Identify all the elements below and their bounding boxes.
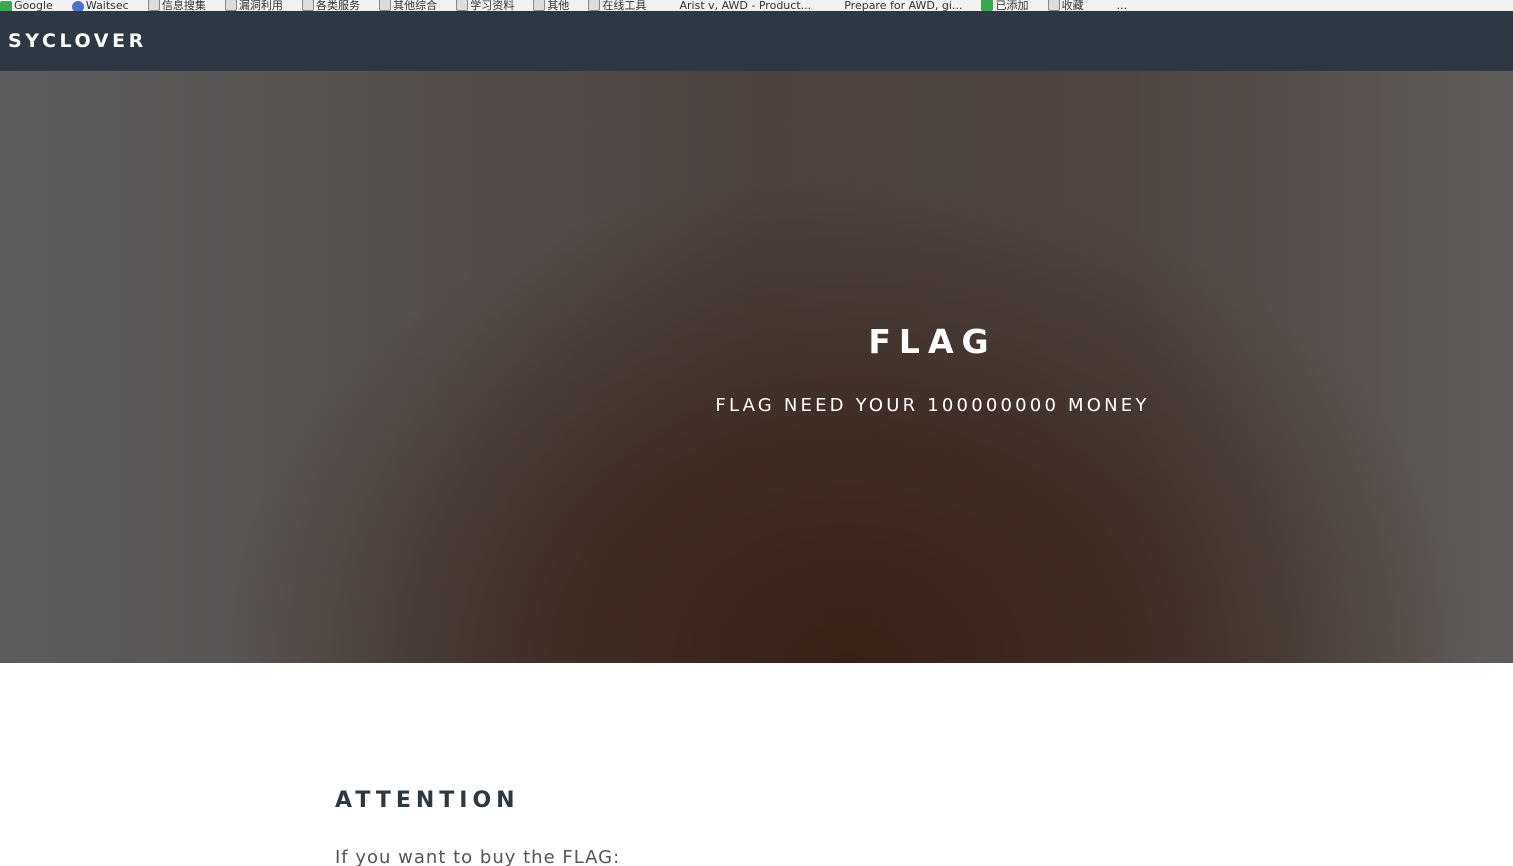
bookmark-item[interactable]: ... <box>1103 0 1128 11</box>
bookmark-item[interactable]: Waitsec <box>71 0 129 11</box>
bookmark-item[interactable]: Google <box>0 0 53 11</box>
bookmark-folder[interactable]: 信息搜集 <box>147 0 206 11</box>
bookmark-folder[interactable]: 其他综合 <box>379 0 437 11</box>
attention-section: ATTENTION If you want to buy the FLAG: <box>335 788 1235 866</box>
bookmark-folder[interactable]: 各类服务 <box>302 0 360 11</box>
bookmark-item[interactable]: Arist v, AWD - Product... <box>665 0 811 11</box>
hero-title: FLAG <box>868 322 997 361</box>
bookmark-folder[interactable]: 收藏 <box>1047 0 1084 11</box>
bookmarks-bar: Google Waitsec 信息搜集 漏洞利用 各类服务 其他综合 学习资料 … <box>0 0 1513 11</box>
section-title: ATTENTION <box>335 788 520 813</box>
navbar: SYCLOVER <box>0 11 1513 71</box>
bookmark-item[interactable]: 已添加 <box>981 0 1028 11</box>
bookmark-folder[interactable]: 在线工具 <box>588 0 646 11</box>
bookmark-item[interactable]: Prepare for AWD, gi... <box>830 0 962 11</box>
bookmark-folder[interactable]: 其他 <box>533 0 569 11</box>
bookmark-folder[interactable]: 学习资料 <box>456 0 514 11</box>
brand-link[interactable]: SYCLOVER <box>8 30 147 52</box>
hero-section: FLAG FLAG NEED YOUR 100000000 MONEY <box>0 71 1513 663</box>
section-text: If you want to buy the FLAG: <box>335 847 621 866</box>
bookmark-folder[interactable]: 漏洞利用 <box>224 0 283 11</box>
hero-subtitle: FLAG NEED YOUR 100000000 MONEY <box>715 395 1150 416</box>
